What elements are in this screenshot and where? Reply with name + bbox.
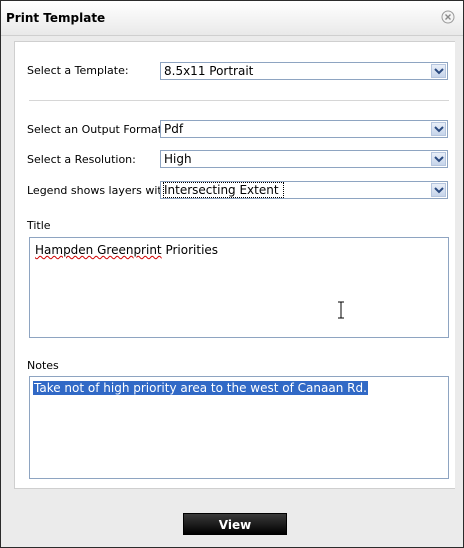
notes-label: Notes xyxy=(27,359,59,372)
divider xyxy=(29,100,449,101)
text-cursor-icon xyxy=(336,301,346,322)
chevron-down-icon[interactable] xyxy=(431,152,446,166)
resolution-label: Select a Resolution: xyxy=(27,153,136,166)
view-button[interactable]: View xyxy=(183,513,287,535)
chevron-down-icon[interactable] xyxy=(431,64,446,78)
legend-value: Intersecting Extent xyxy=(163,182,284,198)
template-label: Select a Template: xyxy=(27,64,129,77)
title-text: Hampden Greenprint Priorities xyxy=(35,243,218,257)
chevron-down-icon[interactable] xyxy=(431,122,446,136)
legend-label: Legend shows layers with: xyxy=(27,184,173,197)
title-text-rest: Priorities xyxy=(161,243,219,257)
resolution-select[interactable]: High xyxy=(160,150,448,168)
dialog-content: Select a Template: 8.5x11 Portrait Selec… xyxy=(14,41,455,489)
dialog-title: Print Template xyxy=(6,11,106,25)
notes-text: Take not of high priority area to the we… xyxy=(33,381,368,395)
dialog-footer: View xyxy=(1,489,463,547)
output-format-label: Select an Output Format: xyxy=(27,123,166,136)
print-template-dialog: Print Template Select a Template: 8.5x11… xyxy=(0,0,464,548)
chevron-down-icon[interactable] xyxy=(431,183,446,197)
output-format-value: Pdf xyxy=(164,122,184,136)
output-format-select[interactable]: Pdf xyxy=(160,120,448,138)
title-text-misspelled: Hampden Greenprint xyxy=(35,243,162,257)
template-select-value: 8.5x11 Portrait xyxy=(164,64,254,78)
close-icon[interactable] xyxy=(441,10,455,24)
title-label: Title xyxy=(27,219,51,232)
resolution-value: High xyxy=(164,152,192,166)
title-textarea[interactable]: Hampden Greenprint Priorities xyxy=(29,237,449,338)
dialog-titlebar: Print Template xyxy=(1,1,463,36)
template-select[interactable]: 8.5x11 Portrait xyxy=(160,62,448,80)
legend-select[interactable]: Intersecting Extent xyxy=(160,181,448,199)
notes-textarea[interactable]: Take not of high priority area to the we… xyxy=(29,376,449,479)
